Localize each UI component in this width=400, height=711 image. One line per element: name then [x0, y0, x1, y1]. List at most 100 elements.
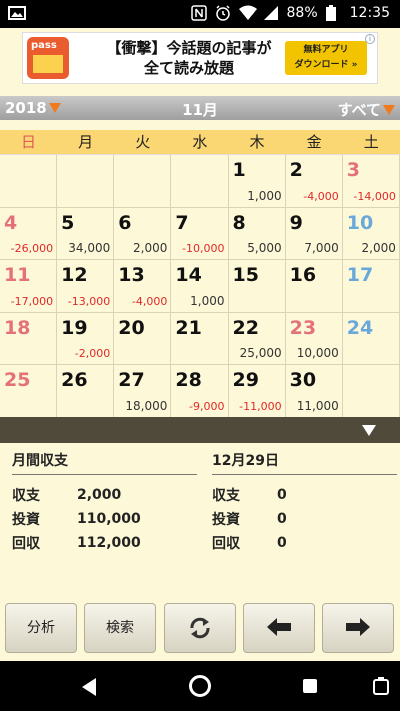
calendar-day-cell[interactable]: 18	[0, 312, 58, 365]
day-amount: -2,000	[74, 347, 111, 360]
daily-summary-title: 12月29日	[212, 450, 397, 475]
calendar-day-cell[interactable]: 27 18,000	[114, 365, 172, 418]
calendar-day-cell[interactable]: 10 2,000	[342, 207, 400, 260]
row-label: 回収	[12, 536, 40, 552]
ad-download-button[interactable]: 無料アプリ ダウンロード »	[285, 41, 367, 75]
daily-investment-row: 投資 0	[212, 507, 397, 531]
keyboard-toggle-icon[interactable]	[372, 676, 390, 696]
day-amount: 2,000	[133, 241, 168, 255]
calendar-day-cell[interactable]: 22 25,000	[228, 312, 286, 365]
calendar-day-cell[interactable]: 30 11,000	[285, 365, 343, 418]
calendar-empty-cell	[114, 155, 172, 208]
day-number: 27	[118, 369, 145, 391]
day-amount: 11,000	[296, 398, 339, 413]
day-number: 17	[346, 264, 374, 286]
day-number: 2	[289, 159, 303, 181]
calendar-day-cell[interactable]: 13 -4,000	[114, 260, 172, 313]
day-amount: 1,000	[247, 188, 282, 203]
filter-selector[interactable]: すべて	[338, 99, 395, 120]
summary-toggle-bar[interactable]	[0, 417, 400, 443]
collapse-arrow-icon[interactable]	[362, 425, 376, 436]
image-icon	[8, 5, 26, 21]
calendar-day-cell[interactable]: 21	[171, 312, 229, 365]
day-number: 23	[289, 316, 317, 339]
calendar-day-cell[interactable]: 26	[57, 365, 115, 418]
day-number: 8	[232, 211, 246, 234]
calendar-day-cell[interactable]: 3 -14,000	[342, 155, 400, 208]
calendar-day-cell[interactable]: 9 7,000	[285, 207, 343, 260]
weekday-tue: 火	[135, 133, 151, 151]
day-amount: -14,000	[353, 189, 396, 203]
home-icon[interactable]	[188, 674, 212, 698]
calendar-day-cell[interactable]: 14 1,000	[171, 260, 229, 313]
weekday-fri: 金	[306, 133, 322, 151]
day-number: 20	[118, 316, 145, 339]
back-icon[interactable]	[80, 677, 98, 697]
day-number: 4	[4, 211, 18, 234]
calendar-day-cell[interactable]: 19 -2,000	[57, 312, 115, 365]
day-number: 10	[346, 211, 374, 234]
next-button[interactable]	[322, 603, 394, 653]
day-number: 26	[61, 369, 88, 391]
calendar-day-cell[interactable]: 25	[0, 365, 58, 418]
row-value: 0	[277, 487, 287, 503]
calendar-day-cell[interactable]: 6 2,000	[114, 207, 172, 260]
day-number: 11	[4, 264, 31, 286]
arrow-right-icon	[346, 618, 370, 636]
monthly-summary: 月間収支 収支 2,000 投資 110,000 回収 112,000	[12, 450, 197, 555]
prev-button[interactable]	[243, 603, 315, 653]
day-amount: -13,000	[67, 294, 111, 308]
ad-headline-line1: 【衝撃】今話題の記事が	[106, 39, 272, 57]
calendar-day-cell[interactable]: 12 -13,000	[57, 260, 115, 313]
calendar-empty-cell	[342, 365, 400, 418]
calendar-day-cell[interactable]: 7 -10,000	[171, 207, 229, 260]
day-number: 13	[118, 264, 145, 286]
ad-banner[interactable]: pass 【衝撃】今話題の記事が 全て読み放題 無料アプリ ダウンロード » i	[22, 32, 378, 84]
bottom-toolbar: 分析 検索	[0, 603, 400, 653]
day-amount: -9,000	[189, 399, 225, 413]
daily-summary: 12月29日 収支 0 投資 0 回収 0	[212, 450, 397, 555]
weekday-wed: 水	[192, 133, 208, 151]
ad-headline-line2: 全て読み放題	[143, 59, 234, 77]
calendar-empty-cell	[171, 155, 229, 208]
calendar-day-cell[interactable]: 8 5,000	[228, 207, 286, 260]
calendar-day-cell[interactable]: 23 10,000	[285, 312, 343, 365]
day-number: 25	[4, 369, 31, 391]
daily-balance-row: 収支 0	[212, 483, 397, 507]
calendar-empty-cell	[57, 155, 115, 208]
calendar-day-cell[interactable]: 4 -26,000	[0, 207, 58, 260]
weekday-thu: 木	[249, 133, 265, 151]
day-number: 16	[289, 264, 317, 286]
battery-icon	[325, 5, 342, 21]
wifi-icon	[238, 5, 257, 21]
calendar-day-cell[interactable]: 16	[285, 260, 343, 313]
calendar-day-cell[interactable]: 15	[228, 260, 286, 313]
filter-dropdown-icon	[383, 104, 395, 115]
row-label: 収支	[212, 488, 240, 504]
calendar-day-cell[interactable]: 17	[342, 260, 400, 313]
daily-return-row: 回収 0	[212, 531, 397, 555]
day-number: 19	[61, 316, 88, 339]
calendar-day-cell[interactable]: 2 -4,000	[285, 155, 343, 208]
sync-icon	[190, 617, 210, 639]
calendar-day-cell[interactable]: 5 34,000	[57, 207, 115, 260]
calendar-day-cell[interactable]: 29 -11,000	[228, 365, 286, 418]
month-bar: 2018 11月 すべて	[0, 96, 400, 120]
row-value: 2,000	[77, 487, 122, 503]
filter-label: すべて	[337, 101, 381, 119]
arrow-left-icon	[267, 618, 291, 636]
day-number: 18	[4, 316, 31, 339]
analyze-button[interactable]: 分析	[5, 603, 77, 653]
row-label: 回収	[212, 536, 240, 552]
calendar-day-cell[interactable]: 1 1,000	[228, 155, 286, 208]
recents-icon[interactable]	[302, 678, 318, 694]
calendar-day-cell[interactable]: 24	[342, 312, 400, 365]
sync-button[interactable]	[164, 603, 236, 653]
ad-info-icon[interactable]: i	[365, 34, 375, 44]
calendar-day-cell[interactable]: 20	[114, 312, 172, 365]
calendar-day-cell[interactable]: 11 -17,000	[0, 260, 58, 313]
calendar-day-cell[interactable]: 28 -9,000	[171, 365, 229, 418]
search-button[interactable]: 検索	[84, 603, 156, 653]
ad-logo: pass	[27, 37, 69, 79]
monthly-return-row: 回収 112,000	[12, 531, 197, 555]
